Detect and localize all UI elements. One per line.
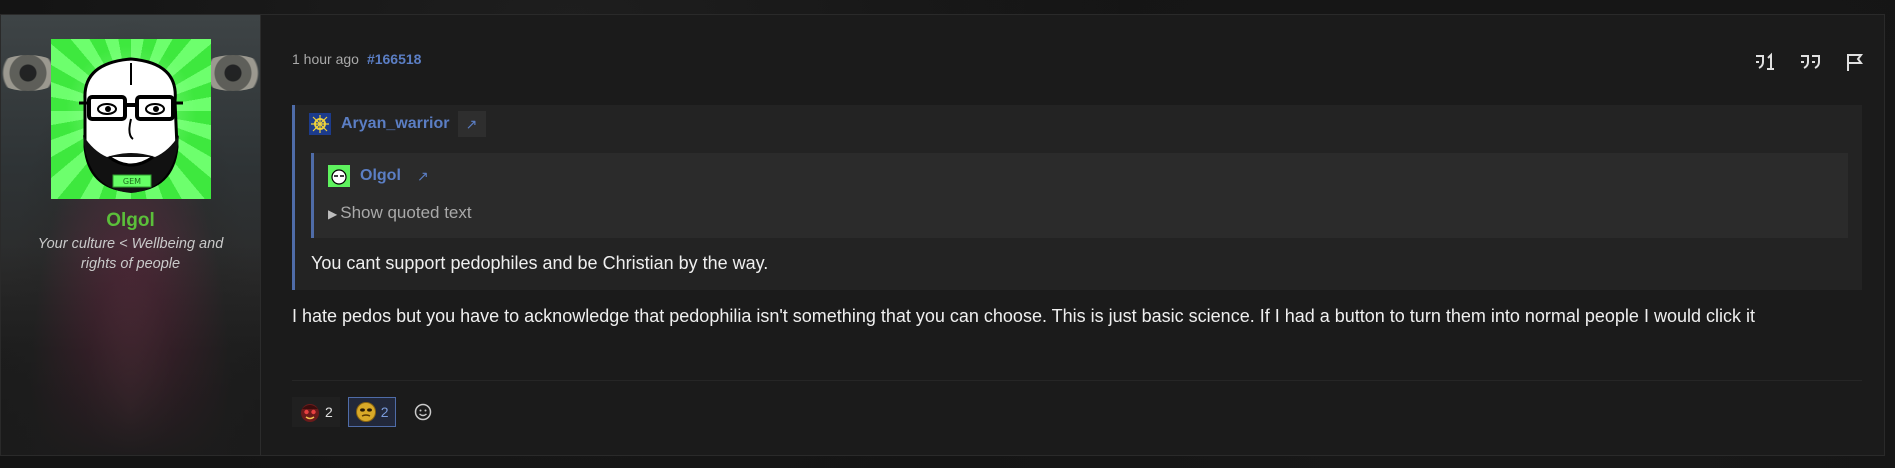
reaction-count: 2 bbox=[380, 404, 389, 420]
show-quoted-text-toggle[interactable]: ▶ Show quoted text bbox=[328, 203, 472, 223]
quote-jump-button[interactable]: ↗ bbox=[457, 111, 486, 137]
reaction-red-face[interactable]: 2 bbox=[292, 397, 340, 427]
nested-quote-block: Olgol ↗ ▶ Show quoted text bbox=[311, 153, 1848, 238]
nested-quote-header: Olgol ↗ bbox=[328, 163, 437, 189]
quote-header: Aryan_warrior ↗ bbox=[309, 111, 486, 137]
post-timestamp[interactable]: 1 hour ago bbox=[292, 51, 359, 67]
post-meta: 1 hour ago #166518 bbox=[292, 51, 421, 67]
nested-quote-author-name[interactable]: Olgol bbox=[360, 167, 401, 185]
red-faced-emoji-icon bbox=[301, 404, 319, 422]
show-quoted-label: Show quoted text bbox=[340, 203, 472, 222]
quote-single-icon bbox=[1756, 52, 1774, 70]
author-sidebar: GEM Olgol Your culture < Wellbeing and r… bbox=[1, 15, 261, 455]
quoted-message-text: You cant support pedophiles and be Chris… bbox=[311, 253, 769, 273]
reaction-gold-face[interactable]: 2 bbox=[347, 397, 396, 427]
reaction-count: 2 bbox=[325, 404, 333, 420]
smiley-add-icon bbox=[414, 403, 431, 421]
report-flag-button[interactable] bbox=[1842, 49, 1868, 75]
quote-author-name[interactable]: Aryan_warrior bbox=[341, 115, 450, 133]
quote-block: Aryan_warrior ↗ Olgol ↗ ▶ Show quoted tex… bbox=[292, 105, 1862, 290]
flag-icon bbox=[1847, 54, 1863, 71]
nested-quote-author-avatar-icon bbox=[328, 165, 350, 187]
post-id-link[interactable]: #166518 bbox=[367, 51, 422, 67]
post-toolbar bbox=[1752, 49, 1868, 75]
wojak-glasses-avatar-icon: GEM bbox=[79, 57, 183, 193]
author-name[interactable]: Olgol bbox=[1, 210, 260, 232]
add-reaction-button[interactable] bbox=[408, 397, 438, 427]
post-content: 1 hour ago #166518 Aryan_warrior ↗ Olgol… bbox=[261, 15, 1884, 455]
quote-icon bbox=[1801, 55, 1820, 69]
quote-button[interactable] bbox=[1797, 49, 1823, 75]
reaction-bar: 2 2 bbox=[292, 397, 438, 427]
post-body-text: I hate pedos but you have to acknowledge… bbox=[292, 306, 1755, 326]
author-title: Your culture < Wellbeing and rights of p… bbox=[37, 236, 224, 272]
reaction-divider bbox=[292, 380, 1862, 381]
quote-single-button[interactable] bbox=[1752, 49, 1778, 75]
banner-fade bbox=[1, 245, 260, 455]
forum-post: GEM Olgol Your culture < Wellbeing and r… bbox=[0, 14, 1885, 456]
nested-quote-jump-button[interactable]: ↗ bbox=[409, 163, 437, 189]
expand-triangle-icon: ▶ bbox=[328, 207, 338, 221]
author-avatar[interactable]: GEM bbox=[51, 39, 211, 199]
svg-text:GEM: GEM bbox=[123, 177, 141, 186]
gold-faced-emoji-icon bbox=[355, 402, 376, 422]
quote-author-avatar-icon bbox=[309, 113, 331, 135]
